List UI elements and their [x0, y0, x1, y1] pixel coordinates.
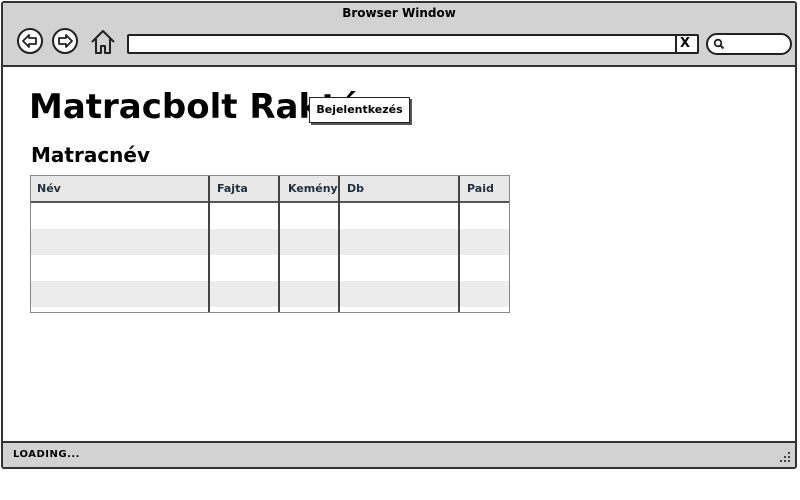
- forward-arrow-icon: [58, 34, 73, 48]
- browser-toolbar: Browser Window X: [3, 3, 795, 67]
- forward-button[interactable]: [52, 28, 78, 54]
- login-button[interactable]: Bejelentkezés: [309, 97, 410, 123]
- section-title: Matracnév: [31, 143, 151, 167]
- column-header-paid[interactable]: Paid: [461, 176, 509, 201]
- address-bar[interactable]: X: [127, 34, 699, 54]
- mattress-table: Név Fajta Keménysé Db Paid: [30, 175, 510, 313]
- browser-window: Browser Window X Matracbolt Raktár Bejel…: [1, 1, 797, 469]
- column-header-firmness[interactable]: Keménysé: [281, 176, 339, 201]
- home-button[interactable]: [89, 28, 117, 56]
- resize-grip-icon[interactable]: [779, 451, 791, 463]
- column-divider: [208, 176, 210, 312]
- status-text: LOADING...: [13, 449, 80, 460]
- column-header-name[interactable]: Név: [31, 176, 209, 201]
- column-header-count[interactable]: Db: [341, 176, 459, 201]
- column-divider: [338, 176, 340, 312]
- back-button[interactable]: [17, 28, 43, 54]
- column-header-type[interactable]: Fajta: [211, 176, 279, 201]
- table-row[interactable]: [31, 281, 509, 307]
- column-divider: [458, 176, 460, 312]
- status-bar: LOADING...: [3, 441, 795, 467]
- search-icon: [713, 38, 725, 50]
- home-icon: [91, 30, 115, 54]
- table-row[interactable]: [31, 255, 509, 281]
- clear-url-button[interactable]: X: [675, 36, 693, 52]
- column-divider: [278, 176, 280, 312]
- back-arrow-icon: [22, 34, 37, 48]
- table-body: [31, 203, 509, 312]
- window-title: Browser Window: [342, 6, 456, 20]
- page-content: Matracbolt Raktár Bejelentkezés Matracné…: [3, 65, 795, 441]
- table-row[interactable]: [31, 203, 509, 229]
- search-input[interactable]: [706, 33, 792, 55]
- table-row[interactable]: [31, 229, 509, 255]
- table-header: Név Fajta Keménysé Db Paid: [31, 176, 509, 203]
